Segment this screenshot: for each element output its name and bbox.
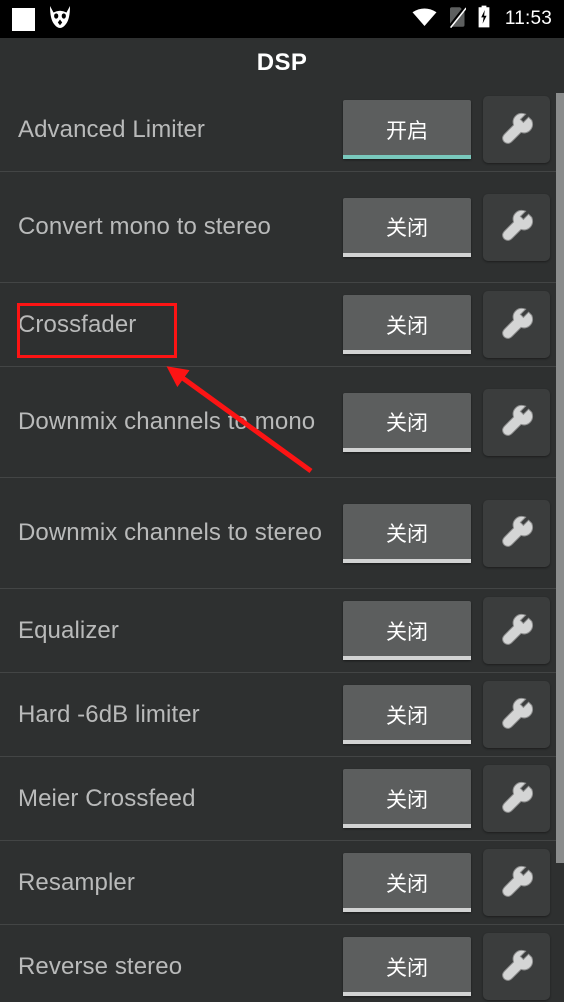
dsp-effect-name: Downmix channels to stereo [18,519,323,546]
dsp-effect-name: Reverse stereo [18,952,183,980]
dsp-effect-name: Convert mono to stereo [18,213,271,240]
app-bar: DSP [0,38,564,88]
dsp-effect-row[interactable]: Downmix channels to mono 关闭 [0,367,564,478]
dsp-toggle-label: 关闭 [386,619,428,644]
wrench-icon [498,514,536,552]
dsp-toggle-button[interactable]: 关闭 [343,685,471,744]
scrollbar-track[interactable] [556,88,564,1002]
status-bar: 11:53 [0,0,564,38]
dsp-toggle-label: 关闭 [386,411,428,435]
foobar-owl-icon [49,5,71,34]
dsp-toggle-label: 关闭 [386,703,428,728]
wrench-icon [498,864,536,902]
dsp-effect-row[interactable]: Equalizer 关闭 [0,589,564,673]
dsp-configure-button[interactable] [483,388,550,456]
status-bar-clock: 11:53 [504,8,552,29]
dsp-effect-name: Resampler [18,868,135,896]
dsp-toggle-button[interactable]: 开启 [343,100,471,159]
dsp-effect-name: Meier Crossfeed [18,784,196,812]
wifi-icon [412,7,437,32]
dsp-configure-button[interactable] [483,681,550,748]
dsp-toggle-state-underline [343,992,471,996]
dsp-toggle-label: 关闭 [386,871,428,896]
dsp-configure-button[interactable] [483,849,550,916]
wrench-icon [498,780,536,818]
wrench-icon [498,306,536,344]
battery-charging-icon [477,5,491,33]
scrollbar-thumb[interactable] [556,93,564,863]
wrench-icon [498,612,536,650]
dsp-toggle-state-underline [343,740,471,744]
dsp-configure-button[interactable] [483,597,550,664]
app-square-icon [12,7,35,31]
dsp-toggle-label: 关闭 [386,313,428,338]
dsp-configure-button[interactable] [483,499,550,567]
dsp-toggle-button[interactable]: 关闭 [343,601,471,660]
page-title: DSP [256,49,308,76]
dsp-toggle-label: 开启 [386,118,428,143]
dsp-toggle-button[interactable]: 关闭 [343,769,471,828]
dsp-toggle-button[interactable]: 关闭 [343,392,471,452]
wrench-icon [498,403,536,441]
wrench-icon [498,208,536,246]
dsp-toggle-button[interactable]: 关闭 [343,937,471,996]
dsp-effect-name: Downmix channels to mono [18,408,316,435]
dsp-effect-name: Advanced Limiter [18,115,206,143]
dsp-toggle-state-underline [343,908,471,912]
dsp-effect-name: Hard -6dB limiter [18,700,200,728]
dsp-toggle-label: 关闭 [386,216,428,240]
dsp-effect-row[interactable]: Downmix channels to stereo 关闭 [0,478,564,589]
dsp-toggle-state-underline [343,558,471,563]
dsp-toggle-state-underline [343,350,471,354]
dsp-toggle-label: 关闭 [386,787,428,812]
dsp-toggle-state-underline [343,252,471,257]
dsp-effect-row[interactable]: Resampler 关闭 [0,841,564,925]
dsp-toggle-state-underline [343,656,471,660]
dsp-effect-row[interactable]: Convert mono to stereo 关闭 [0,172,564,283]
dsp-configure-button[interactable] [483,765,550,832]
wrench-icon [498,948,536,986]
dsp-toggle-button[interactable]: 关闭 [343,503,471,563]
dsp-effect-row[interactable]: Meier Crossfeed 关闭 [0,757,564,841]
dsp-toggle-state-underline [343,155,471,159]
dsp-effect-row[interactable]: Crossfader 关闭 [0,283,564,367]
wrench-icon [498,111,536,149]
dsp-toggle-label: 关闭 [386,522,428,546]
status-bar-left-icons [12,5,71,34]
dsp-effect-row[interactable]: Advanced Limiter 开启 [0,88,564,172]
dsp-effect-list[interactable]: Advanced Limiter 开启 Convert mono to stereo… [0,88,564,1002]
dsp-toggle-button[interactable]: 关闭 [343,197,471,257]
dsp-configure-button[interactable] [483,96,550,163]
no-sim-icon [448,5,467,33]
dsp-toggle-button[interactable]: 关闭 [343,853,471,912]
dsp-toggle-state-underline [343,447,471,452]
wrench-icon [498,696,536,734]
dsp-configure-button[interactable] [483,193,550,261]
dsp-effect-name: Equalizer [18,616,119,644]
dsp-effect-name: Crossfader [18,310,137,338]
dsp-configure-button[interactable] [483,933,550,1000]
dsp-toggle-label: 关闭 [386,955,428,980]
dsp-configure-button[interactable] [483,291,550,358]
dsp-toggle-button[interactable]: 关闭 [343,295,471,354]
dsp-effect-row[interactable]: Reverse stereo 关闭 [0,925,564,1002]
dsp-toggle-state-underline [343,824,471,828]
dsp-effect-row[interactable]: Hard -6dB limiter 关闭 [0,673,564,757]
status-bar-right-icons: 11:53 [412,5,552,33]
